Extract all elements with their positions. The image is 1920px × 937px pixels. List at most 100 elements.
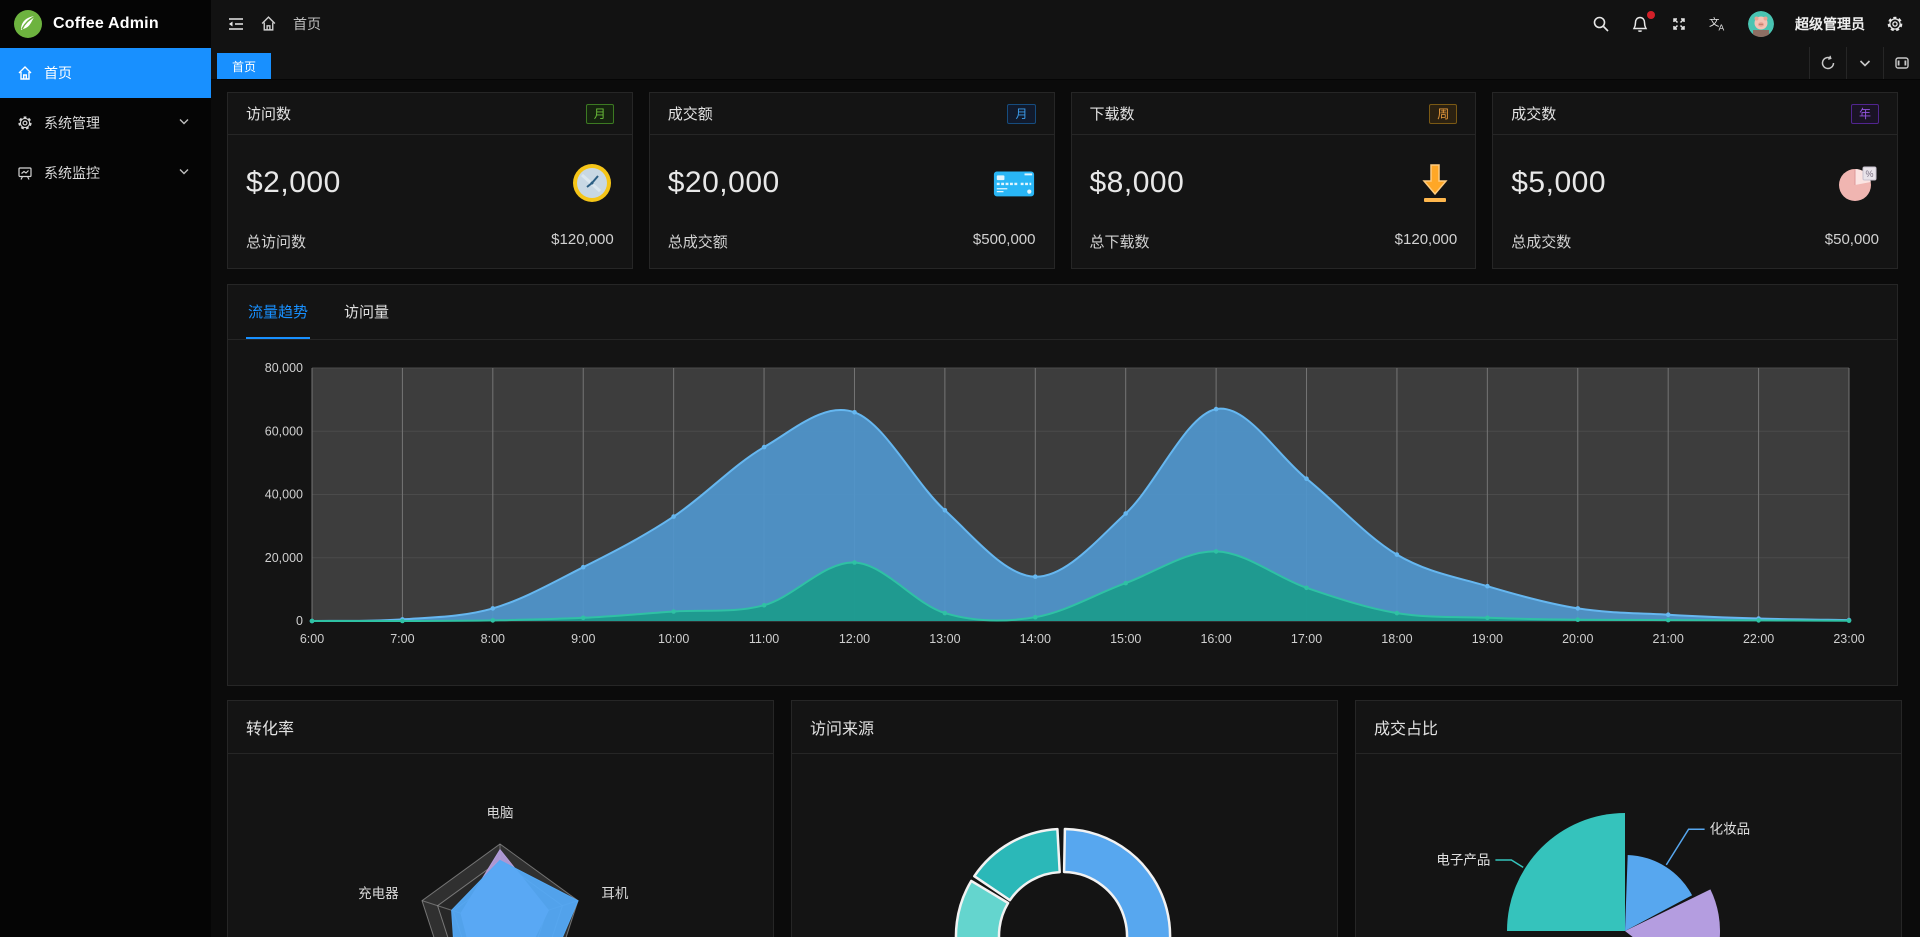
donut-chart-svg: [792, 754, 1337, 937]
svg-text:13:00: 13:00: [929, 632, 960, 646]
stat-value: $2,000: [246, 166, 341, 200]
svg-text:80,000: 80,000: [265, 361, 303, 375]
svg-text:6:00: 6:00: [300, 632, 324, 646]
svg-text:9:00: 9:00: [571, 632, 595, 646]
gear-icon: [17, 115, 33, 131]
monitor-icon: [17, 165, 33, 181]
svg-text:电子产品: 电子产品: [1436, 853, 1490, 868]
sidebar-item-system-management[interactable]: 系统管理: [0, 98, 211, 148]
svg-text:16:00: 16:00: [1200, 632, 1231, 646]
visit-source-card: 访问来源: [791, 700, 1338, 937]
stat-card-turnover: 成交额 月 $20,000: [649, 92, 1055, 269]
svg-text:11:00: 11:00: [749, 632, 779, 646]
radar-chart-svg: 电脑耳机充电器: [228, 754, 773, 937]
svg-text:21:00: 21:00: [1653, 632, 1684, 646]
stat-footer-label: 总成交额: [668, 231, 728, 252]
clock-icon: [570, 161, 614, 205]
tab-label: 首页: [232, 58, 256, 75]
svg-text:60,000: 60,000: [265, 424, 303, 438]
svg-text:17:00: 17:00: [1291, 632, 1322, 646]
sidebar-item-home[interactable]: 首页: [0, 48, 211, 98]
search-icon[interactable]: [1592, 15, 1610, 33]
stat-title: 成交数: [1511, 103, 1556, 124]
stat-row: 访问数 月 $2,000: [227, 92, 1898, 269]
svg-text:0: 0: [296, 614, 303, 628]
fullscreen-icon[interactable]: [1670, 15, 1688, 33]
chevron-down-icon[interactable]: [1846, 47, 1883, 79]
menu-fold-icon[interactable]: [227, 15, 245, 33]
tab-label: 访问量: [344, 301, 389, 322]
breadcrumb[interactable]: 首页: [293, 14, 321, 34]
donut-chart: [792, 754, 1337, 937]
stat-title: 访问数: [246, 103, 291, 124]
svg-text:15:00: 15:00: [1110, 632, 1141, 646]
area-chart-svg: 0 20,000 40,000 60,000 80,000 6:00 7:00 8:00 9:0…: [228, 340, 1897, 680]
chevron-down-icon: [178, 165, 194, 181]
content: 访问数 月 $2,000: [211, 80, 1920, 937]
refresh-icon[interactable]: [1809, 47, 1846, 79]
svg-text:充电器: 充电器: [358, 886, 399, 901]
status-badge: 周: [1429, 104, 1457, 124]
sidebar-menu: 首页 系统管理: [0, 48, 211, 198]
tab-visit-volume[interactable]: 访问量: [342, 285, 391, 339]
trend-tabs: 流量趋势 访问量: [228, 285, 1897, 340]
main-column: 首页: [211, 0, 1920, 937]
stat-card-downloads: 下载数 周 $8,000 总下载数: [1071, 92, 1477, 269]
stat-card-deals: 成交数 年 $5,000 %: [1492, 92, 1898, 269]
stat-footer-label: 总访问数: [246, 231, 306, 252]
card-title: 转化率: [246, 715, 294, 739]
svg-text:7:00: 7:00: [390, 632, 414, 646]
tab-traffic-trend[interactable]: 流量趋势: [246, 285, 310, 339]
svg-text:8:00: 8:00: [481, 632, 505, 646]
sidebar-item-system-monitor[interactable]: 系统监控: [0, 148, 211, 198]
sidebar: Coffee Admin 首页 系统管理: [0, 0, 211, 937]
pie-icon: %: [1835, 161, 1879, 205]
download-icon: [1413, 161, 1457, 205]
svg-text:化妆品: 化妆品: [1710, 822, 1751, 837]
svg-text:23:00: 23:00: [1833, 632, 1864, 646]
maximize-icon[interactable]: [1883, 47, 1920, 79]
svg-text:22:00: 22:00: [1743, 632, 1774, 646]
home-icon[interactable]: [260, 15, 278, 33]
pie-chart: 电子产品 化妆品: [1356, 754, 1901, 937]
app-title: Coffee Admin: [53, 15, 159, 33]
stat-value: $8,000: [1090, 166, 1185, 200]
svg-text:%: %: [1866, 169, 1874, 179]
svg-text:40,000: 40,000: [265, 488, 303, 502]
user-name[interactable]: 超级管理员: [1795, 14, 1865, 34]
svg-text:19:00: 19:00: [1472, 632, 1503, 646]
notification-dot: [1647, 11, 1655, 19]
svg-text:20:00: 20:00: [1562, 632, 1593, 646]
gear-icon[interactable]: [1886, 15, 1904, 33]
avatar[interactable]: [1748, 11, 1774, 37]
bottom-row: 转化率 电脑耳机充电器 访问来源 成交占比 电子产品 化妆品: [227, 700, 1898, 937]
card-title: 成交占比: [1374, 715, 1438, 739]
stat-title: 下载数: [1090, 103, 1135, 124]
tab-bar: 首页: [211, 47, 1920, 80]
svg-text:10:00: 10:00: [658, 632, 689, 646]
area-chart: 0 20,000 40,000 60,000 80,000 6:00 7:00 8:00 9:0…: [228, 340, 1897, 685]
svg-text:20,000: 20,000: [265, 551, 303, 565]
svg-text:A: A: [1718, 22, 1724, 32]
sidebar-item-label: 系统监控: [44, 163, 100, 183]
svg-text:12:00: 12:00: [839, 632, 870, 646]
status-badge: 月: [586, 104, 614, 124]
stat-value: $20,000: [668, 166, 780, 200]
logo-row: Coffee Admin: [0, 0, 211, 47]
stat-title: 成交额: [668, 103, 713, 124]
chevron-down-icon: [178, 115, 194, 131]
traffic-trend-card: 流量趋势 访问量 0 20,000 40,000 60,000 80,000 6:00 7:…: [227, 284, 1898, 686]
top-navbar: 首页: [211, 0, 1920, 47]
sidebar-item-label: 首页: [44, 63, 72, 83]
coffee-admin-logo-icon: [13, 9, 43, 39]
pie-chart-svg: 电子产品 化妆品: [1356, 754, 1901, 937]
credit-card-icon: [992, 161, 1036, 205]
translate-icon[interactable]: 文 A: [1709, 15, 1727, 33]
bell-icon[interactable]: [1631, 15, 1649, 33]
stat-footer-value: $50,000: [1825, 231, 1879, 252]
stat-footer-value: $120,000: [1395, 231, 1458, 252]
conversion-rate-card: 转化率 电脑耳机充电器: [227, 700, 774, 937]
home-icon: [17, 65, 33, 81]
stat-footer-label: 总成交数: [1511, 231, 1571, 252]
tab-home[interactable]: 首页: [217, 53, 271, 79]
